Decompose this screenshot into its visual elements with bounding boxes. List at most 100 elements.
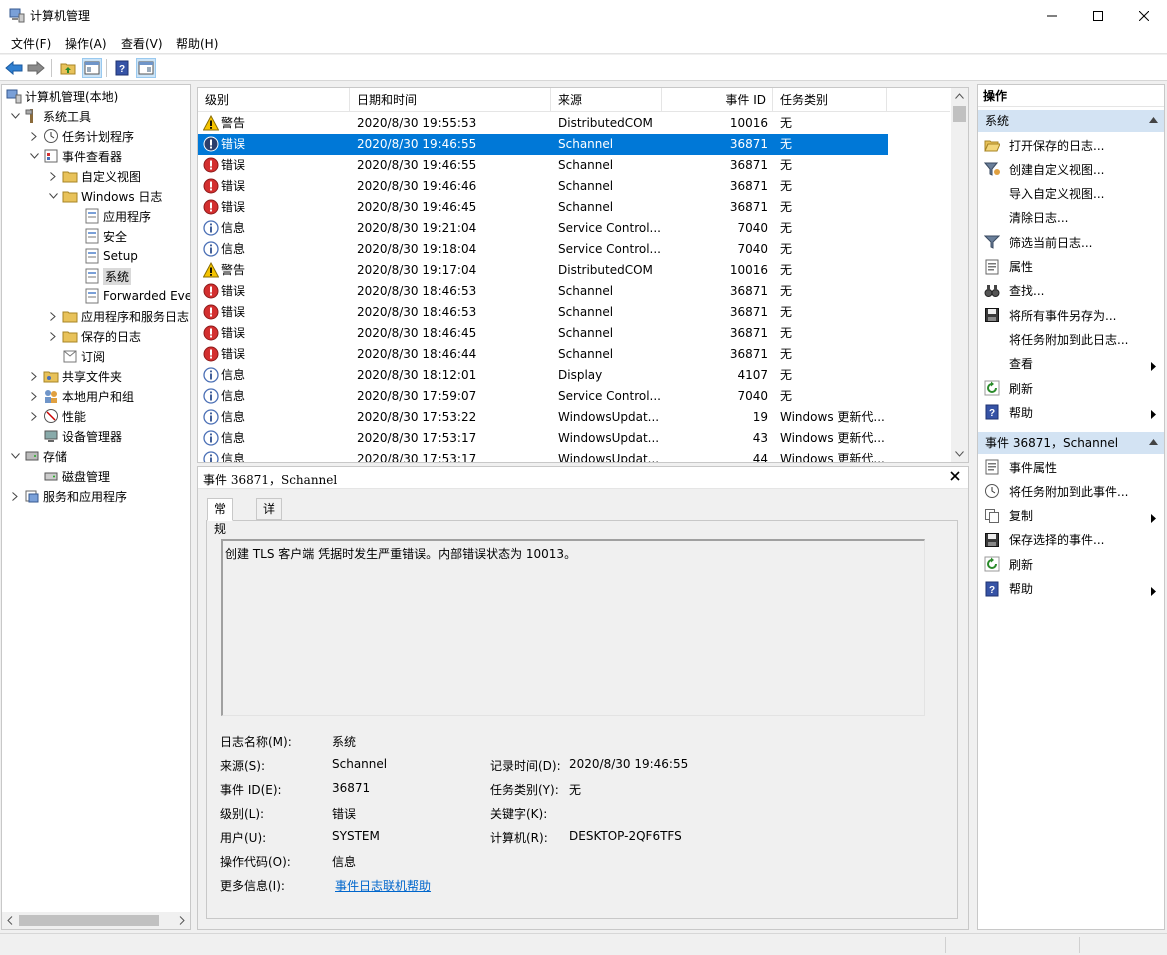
tree-node-system-tools[interactable]: 系统工具 [10, 106, 91, 126]
tree-node-performance[interactable]: 性能 [29, 406, 86, 426]
table-row[interactable]: 信息 2020/8/30 17:53:22 WindowsUpdat... 19 Win… [198, 407, 888, 428]
action-item[interactable]: 复制 [978, 505, 1164, 527]
collapse-up-icon[interactable] [1149, 117, 1158, 123]
table-row[interactable]: 错误 2020/8/30 19:46:45 Schannel 36871 无 [198, 197, 888, 218]
chevron-right-icon[interactable] [10, 491, 20, 501]
tab-general[interactable]: 常规 [207, 498, 234, 536]
action-item[interactable]: 将任务附加到此日志... [978, 328, 1164, 350]
chevron-right-icon[interactable] [48, 171, 58, 181]
tree-node-services-applications[interactable]: 服务和应用程序 [10, 486, 127, 506]
tree-node-application-log[interactable]: 应用程序 [70, 206, 151, 226]
table-row[interactable]: 错误 2020/8/30 19:46:55 Schannel 36871 无 [198, 134, 888, 155]
tree-node-local-users-groups[interactable]: 本地用户和组 [29, 386, 134, 406]
menu-file[interactable]: 文件(F) [11, 35, 51, 52]
minimize-button[interactable] [1029, 0, 1075, 31]
action-item[interactable]: 将任务附加到此事件... [978, 480, 1164, 502]
help-button[interactable]: ? [112, 58, 132, 78]
table-row[interactable]: 错误 2020/8/30 18:46:53 Schannel 36871 无 [198, 281, 888, 302]
menu-view[interactable]: 查看(V) [121, 35, 163, 52]
table-row[interactable]: 警告 2020/8/30 19:17:04 DistributedCOM 10016 无 [198, 260, 888, 281]
action-item[interactable]: 刷新 [978, 553, 1164, 575]
tree-node-device-manager[interactable]: 设备管理器 [29, 426, 122, 446]
chevron-down-icon[interactable] [10, 451, 20, 461]
column-event-id[interactable]: 事件 ID [662, 88, 773, 112]
table-row[interactable]: 信息 2020/8/30 17:53:17 WindowsUpdat... 43 Win… [198, 428, 888, 449]
table-row[interactable]: 警告 2020/8/30 19:55:53 DistributedCOM 10016 无 [198, 113, 888, 134]
action-item[interactable]: 打开保存的日志... [978, 134, 1164, 156]
tree-node-app-service-logs[interactable]: 应用程序和服务日志 [48, 306, 189, 326]
table-row[interactable]: 信息 2020/8/30 18:12:01 Display 4107 无 [198, 365, 888, 386]
close-icon[interactable] [950, 471, 960, 481]
action-item[interactable]: ? 帮助 [978, 401, 1164, 423]
tree-node-windows-logs[interactable]: Windows 日志 [48, 186, 162, 206]
action-item[interactable]: 将所有事件另存为... [978, 304, 1164, 326]
menu-help[interactable]: 帮助(H) [176, 35, 218, 52]
action-item[interactable]: 查找... [978, 280, 1164, 302]
list-vertical-scrollbar[interactable] [951, 88, 968, 462]
table-row[interactable]: 信息 2020/8/30 17:59:07 Service Control... 70… [198, 386, 888, 407]
chevron-right-icon[interactable] [48, 311, 58, 321]
action-item[interactable]: 创建自定义视图... [978, 158, 1164, 180]
chevron-right-icon[interactable] [29, 371, 39, 381]
table-row[interactable]: 错误 2020/8/30 18:46:44 Schannel 36871 无 [198, 344, 888, 365]
chevron-right-icon[interactable] [29, 411, 39, 421]
event-description[interactable]: 创建 TLS 客户端 凭据时发生严重错误。内部错误状态为 10013。 [221, 539, 925, 716]
action-item[interactable]: 筛选当前日志... [978, 231, 1164, 253]
collapse-up-icon[interactable] [1149, 439, 1158, 445]
action-item[interactable]: 属性 [978, 256, 1164, 278]
tree-node-custom-views[interactable]: 自定义视图 [48, 166, 141, 186]
column-task-category[interactable]: 任务类别 [773, 88, 887, 112]
action-item[interactable]: 事件属性 [978, 456, 1164, 478]
tree-node-storage[interactable]: 存储 [10, 446, 67, 466]
action-item[interactable]: 查看 [978, 353, 1164, 375]
maximize-button[interactable] [1075, 0, 1121, 31]
actions-section-event[interactable]: 事件 36871，Schannel [978, 432, 1164, 454]
scrollbar-thumb[interactable] [953, 106, 966, 122]
chevron-right-icon[interactable] [48, 331, 58, 341]
tree-node-event-viewer[interactable]: 事件查看器 [29, 146, 122, 166]
scroll-left-icon[interactable] [7, 916, 13, 925]
action-item[interactable]: ? 帮助 [978, 578, 1164, 600]
event-log-online-help-link[interactable]: 事件日志联机帮助 [335, 877, 431, 894]
chevron-right-icon[interactable] [29, 391, 39, 401]
back-button[interactable] [4, 58, 24, 78]
table-row[interactable]: 错误 2020/8/30 19:46:55 Schannel 36871 无 [198, 155, 888, 176]
table-row[interactable]: 信息 2020/8/30 19:21:04 Service Control... 70… [198, 218, 888, 239]
menu-action[interactable]: 操作(A) [65, 35, 107, 52]
tree-node-system-log[interactable]: 系统 [70, 266, 132, 286]
tree-node-saved-logs[interactable]: 保存的日志 [48, 326, 141, 346]
column-level[interactable]: 级别 [198, 88, 350, 112]
action-item[interactable]: 导入自定义视图... [978, 183, 1164, 205]
table-row[interactable]: 错误 2020/8/30 18:46:53 Schannel 36871 无 [198, 302, 888, 323]
scrollbar-thumb[interactable] [19, 915, 159, 926]
actions-section-system[interactable]: 系统 [978, 110, 1164, 132]
tree-horizontal-scrollbar[interactable] [2, 912, 190, 929]
table-row[interactable]: 错误 2020/8/30 19:46:46 Schannel 36871 无 [198, 176, 888, 197]
action-item[interactable]: 清除日志... [978, 207, 1164, 229]
close-button[interactable] [1121, 0, 1167, 31]
column-datetime[interactable]: 日期和时间 [350, 88, 551, 112]
action-item[interactable]: 刷新 [978, 377, 1164, 399]
table-row[interactable]: 信息 2020/8/30 17:53:17 WindowsUpdat... 44 Win… [198, 449, 888, 462]
tree-node-task-scheduler[interactable]: 任务计划程序 [29, 126, 134, 146]
scroll-up-icon[interactable] [955, 93, 964, 99]
scroll-down-icon[interactable] [955, 451, 964, 457]
tree-node-computer-management[interactable]: 计算机管理(本地) [6, 86, 118, 106]
chevron-right-icon[interactable] [29, 131, 39, 141]
tree-node-security-log[interactable]: 安全 [70, 226, 127, 246]
tab-details[interactable]: 详细信息 [256, 498, 283, 576]
column-source[interactable]: 来源 [551, 88, 662, 112]
forward-button[interactable] [26, 58, 46, 78]
tree-node-forwarded-events[interactable]: Forwarded Eve [70, 286, 190, 306]
scroll-right-icon[interactable] [179, 916, 185, 925]
table-row[interactable]: 错误 2020/8/30 18:46:45 Schannel 36871 无 [198, 323, 888, 344]
chevron-down-icon[interactable] [48, 191, 58, 201]
table-row[interactable]: 信息 2020/8/30 19:18:04 Service Control... 70… [198, 239, 888, 260]
tree-node-disk-management[interactable]: 磁盘管理 [29, 466, 110, 486]
action-item[interactable]: 保存选择的事件... [978, 529, 1164, 551]
chevron-down-icon[interactable] [29, 151, 39, 161]
tree-node-shared-folders[interactable]: 共享文件夹 [29, 366, 122, 386]
show-hide-action-pane-button[interactable] [136, 58, 156, 78]
up-level-button[interactable] [58, 58, 78, 78]
show-hide-tree-button[interactable] [82, 58, 102, 78]
